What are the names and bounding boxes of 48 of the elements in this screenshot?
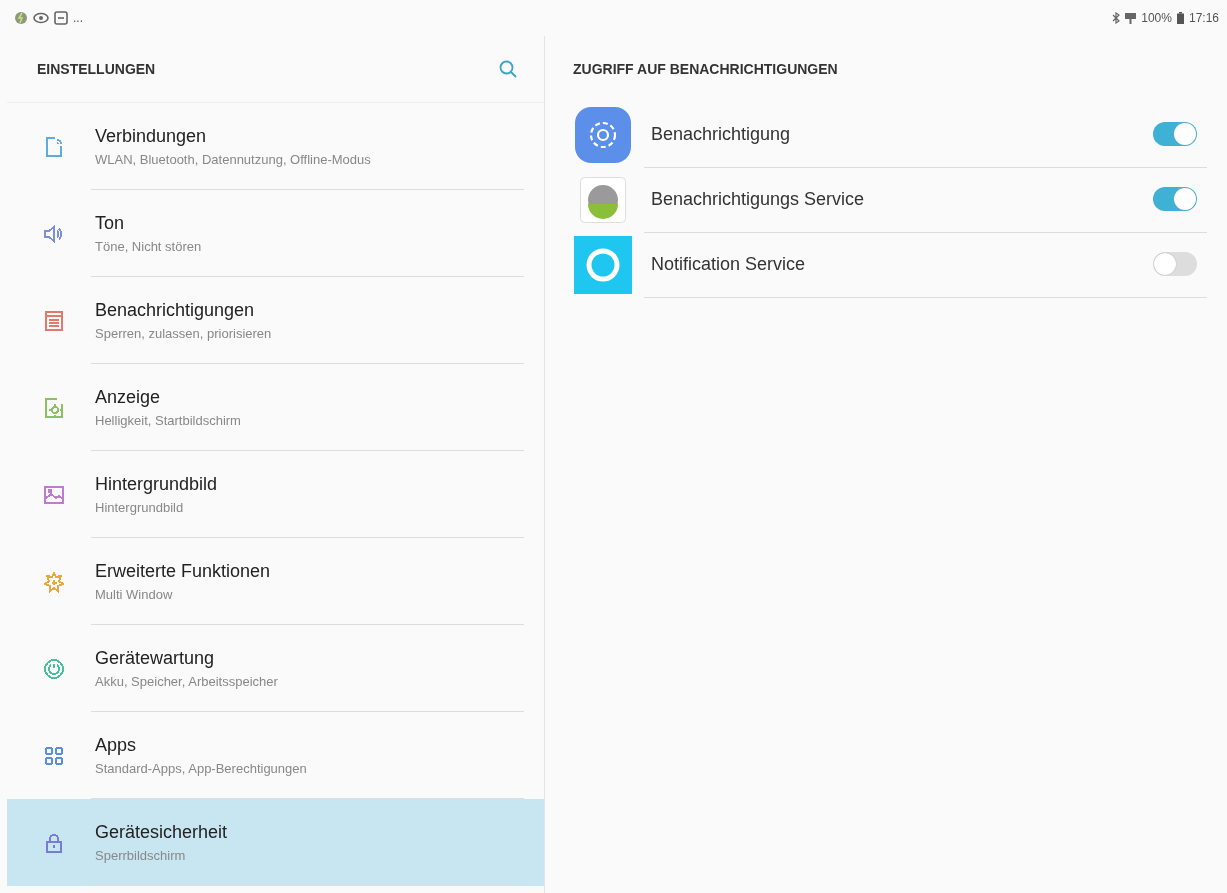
page-title: ZUGRIFF AUF BENACHRICHTIGUNGEN: [573, 61, 838, 77]
settings-item[interactable]: Gerätesicherheit Sperrbildschirm: [7, 799, 544, 886]
settings-item[interactable]: Ton Töne, Nicht stören: [7, 190, 544, 277]
panel-title: EINSTELLUNGEN: [37, 61, 156, 77]
toggle-switch[interactable]: [1153, 187, 1197, 211]
settings-item[interactable]: Verbindungen WLAN, Bluetooth, Datennutzung, Offline-Modus: [7, 103, 544, 190]
item-subtitle: Akku, Speicher, Arbeitsspeicher: [95, 674, 278, 689]
item-title: Erweiterte Funktionen: [95, 561, 271, 582]
item-subtitle: WLAN, Bluetooth, Datennutzung, Offline-Modus: [95, 152, 371, 167]
toggle-switch[interactable]: [1153, 122, 1197, 146]
item-title: Ton: [95, 213, 126, 234]
item-subtitle: Multi Window: [95, 587, 174, 602]
item-subtitle: Sperrbildschirm: [95, 848, 187, 863]
settings-item[interactable]: Hintergrundbild Hintergrundbild: [7, 451, 544, 538]
toggle-switch[interactable]: [1153, 252, 1197, 276]
app-icon: [54, 11, 68, 25]
item-subtitle: Helligkeit, Startbildschirm: [95, 413, 241, 428]
signal-icon: [1125, 12, 1137, 24]
app-name: Benachrichtigung: [651, 123, 791, 145]
app-icon: [14, 11, 28, 25]
item-subtitle: Hintergrundbild: [95, 500, 185, 515]
item-title: Anzeige: [95, 387, 162, 408]
settings-item[interactable]: Erweiterte Funktionen Multi Window: [7, 538, 544, 625]
clock: 17:16: [1188, 11, 1219, 25]
bluetooth-icon: [1112, 12, 1121, 24]
settings-item[interactable]: Gerätewartung Akku, Speicher, Arbeitsspeicher: [7, 625, 544, 712]
item-title: Hintergrundbild: [95, 474, 218, 495]
app-name: Benachrichtigungs Service: [651, 188, 865, 210]
item-subtitle: Töne, Nicht stören: [95, 239, 202, 254]
app-icon: [580, 176, 626, 223]
item-title: Apps: [95, 735, 138, 756]
gear-app-icon: [575, 106, 631, 163]
battery-percent: 100%: [1141, 11, 1172, 25]
eye-icon: [33, 12, 49, 24]
item-title: Gerätewartung: [95, 648, 216, 669]
ring-app-icon: [574, 235, 632, 294]
item-subtitle: Standard-Apps, App-Berechtigungen: [95, 761, 307, 776]
item-title: Verbindungen: [95, 126, 208, 147]
item-title: Gerätesicherheit: [95, 822, 228, 843]
item-title: Benachrichtigungen: [95, 300, 256, 321]
battery-icon: [1176, 12, 1184, 24]
settings-item[interactable]: Benachrichtigungen Sperren, zulassen, priorisieren: [7, 277, 544, 364]
more-indicator: ...: [73, 11, 83, 25]
app-name: Notification Service: [651, 253, 806, 275]
search-icon[interactable]: [498, 59, 518, 79]
settings-item[interactable]: Anzeige Helligkeit, Startbildschirm: [7, 364, 544, 451]
item-subtitle: Sperren, zulassen, priorisieren: [95, 326, 272, 341]
settings-item[interactable]: Apps Standard-Apps, App-Berechtigungen: [7, 712, 544, 799]
